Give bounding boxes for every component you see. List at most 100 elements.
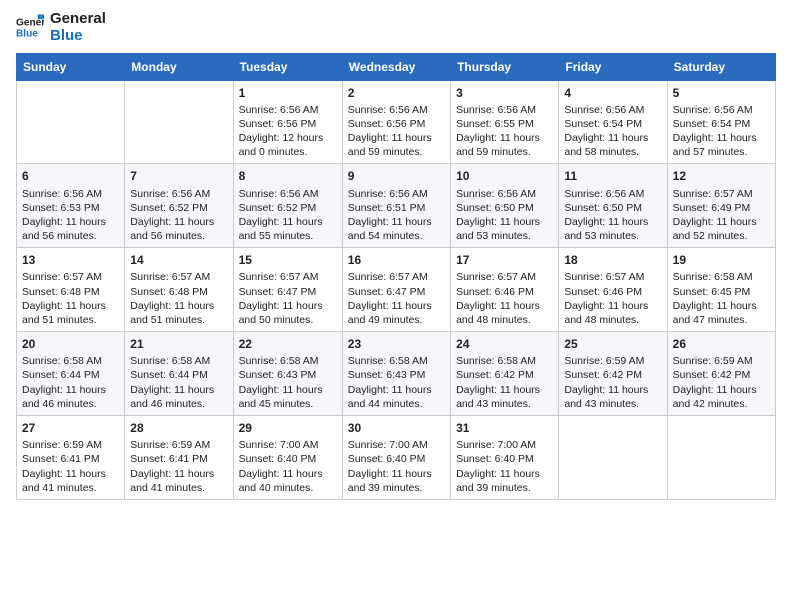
day-number: 15	[239, 252, 337, 268]
day-cell: 23 Sunrise: 6:58 AMSunset: 6:43 PMDayligh…	[342, 332, 450, 416]
day-info: Sunrise: 6:59 AMSunset: 6:41 PMDaylight:…	[22, 438, 119, 495]
day-info: Sunrise: 6:56 AMSunset: 6:56 PMDaylight:…	[348, 103, 445, 160]
day-number: 14	[130, 252, 227, 268]
day-cell: 25 Sunrise: 6:59 AMSunset: 6:42 PMDayligh…	[559, 332, 667, 416]
day-info: Sunrise: 6:57 AMSunset: 6:46 PMDaylight:…	[564, 270, 661, 327]
day-info: Sunrise: 6:56 AMSunset: 6:55 PMDaylight:…	[456, 103, 553, 160]
col-header-monday: Monday	[125, 53, 233, 80]
day-number: 11	[564, 168, 661, 184]
week-row-5: 27 Sunrise: 6:59 AMSunset: 6:41 PMDayligh…	[17, 416, 776, 500]
col-header-thursday: Thursday	[451, 53, 559, 80]
day-number: 31	[456, 420, 553, 436]
day-info: Sunrise: 6:56 AMSunset: 6:52 PMDaylight:…	[239, 187, 337, 244]
day-number: 20	[22, 336, 119, 352]
day-cell	[559, 416, 667, 500]
week-row-2: 6Sunrise: 6:56 AMSunset: 6:53 PMDaylight…	[17, 164, 776, 248]
day-cell: 28 Sunrise: 6:59 AMSunset: 6:41 PMDayligh…	[125, 416, 233, 500]
day-info: Sunrise: 6:56 AMSunset: 6:56 PMDaylight:…	[239, 103, 337, 160]
day-number: 29	[239, 420, 337, 436]
day-cell: 26Sunrise: 6:59 AMSunset: 6:42 PMDayligh…	[667, 332, 775, 416]
day-cell: 6Sunrise: 6:56 AMSunset: 6:53 PMDaylight…	[17, 164, 125, 248]
day-cell: 1 Sunrise: 6:56 AMSunset: 6:56 PMDaylight…	[233, 80, 342, 164]
day-info: Sunrise: 6:58 AMSunset: 6:45 PMDaylight:…	[673, 270, 770, 327]
day-cell: 20 Sunrise: 6:58 AMSunset: 6:44 PMDayligh…	[17, 332, 125, 416]
day-info: Sunrise: 6:57 AMSunset: 6:48 PMDaylight:…	[130, 270, 227, 327]
day-cell: 3 Sunrise: 6:56 AMSunset: 6:55 PMDaylight…	[451, 80, 559, 164]
col-header-sunday: Sunday	[17, 53, 125, 80]
col-header-friday: Friday	[559, 53, 667, 80]
day-cell: 12 Sunrise: 6:57 AMSunset: 6:49 PMDayligh…	[667, 164, 775, 248]
day-number: 10	[456, 168, 553, 184]
day-number: 18	[564, 252, 661, 268]
header-row: SundayMondayTuesdayWednesdayThursdayFrid…	[17, 53, 776, 80]
day-info: Sunrise: 6:56 AMSunset: 6:54 PMDaylight:…	[564, 103, 661, 160]
col-header-wednesday: Wednesday	[342, 53, 450, 80]
day-info: Sunrise: 6:59 AMSunset: 6:41 PMDaylight:…	[130, 438, 227, 495]
week-row-4: 20 Sunrise: 6:58 AMSunset: 6:44 PMDayligh…	[17, 332, 776, 416]
day-cell	[667, 416, 775, 500]
logo-text: General	[50, 10, 106, 27]
day-info: Sunrise: 6:57 AMSunset: 6:49 PMDaylight:…	[673, 187, 770, 244]
day-number: 16	[348, 252, 445, 268]
day-info: Sunrise: 6:57 AMSunset: 6:47 PMDaylight:…	[239, 270, 337, 327]
week-row-1: 1 Sunrise: 6:56 AMSunset: 6:56 PMDaylight…	[17, 80, 776, 164]
day-info: Sunrise: 6:57 AMSunset: 6:47 PMDaylight:…	[348, 270, 445, 327]
day-number: 27	[22, 420, 119, 436]
day-number: 4	[564, 85, 661, 101]
day-number: 17	[456, 252, 553, 268]
logo-icon: General Blue	[16, 13, 44, 41]
day-cell: 2Sunrise: 6:56 AMSunset: 6:56 PMDaylight…	[342, 80, 450, 164]
svg-text:Blue: Blue	[16, 29, 38, 40]
day-info: Sunrise: 7:00 AMSunset: 6:40 PMDaylight:…	[239, 438, 337, 495]
calendar-page: General Blue General Blue SundayMondayTu…	[0, 0, 792, 612]
day-cell	[17, 80, 125, 164]
day-number: 7	[130, 168, 227, 184]
day-number: 21	[130, 336, 227, 352]
day-info: Sunrise: 6:59 AMSunset: 6:42 PMDaylight:…	[673, 354, 770, 411]
day-number: 19	[673, 252, 770, 268]
day-number: 5	[673, 85, 770, 101]
day-number: 30	[348, 420, 445, 436]
day-cell: 14 Sunrise: 6:57 AMSunset: 6:48 PMDayligh…	[125, 248, 233, 332]
day-info: Sunrise: 6:57 AMSunset: 6:46 PMDaylight:…	[456, 270, 553, 327]
day-info: Sunrise: 6:56 AMSunset: 6:51 PMDaylight:…	[348, 187, 445, 244]
calendar-table: SundayMondayTuesdayWednesdayThursdayFrid…	[16, 53, 776, 500]
day-cell: 21Sunrise: 6:58 AMSunset: 6:44 PMDayligh…	[125, 332, 233, 416]
day-info: Sunrise: 6:57 AMSunset: 6:48 PMDaylight:…	[22, 270, 119, 327]
logo: General Blue General Blue	[16, 10, 106, 45]
day-cell: 22Sunrise: 6:58 AMSunset: 6:43 PMDayligh…	[233, 332, 342, 416]
day-cell: 4 Sunrise: 6:56 AMSunset: 6:54 PMDaylight…	[559, 80, 667, 164]
day-cell: 17 Sunrise: 6:57 AMSunset: 6:46 PMDayligh…	[451, 248, 559, 332]
day-number: 13	[22, 252, 119, 268]
day-cell: 19 Sunrise: 6:58 AMSunset: 6:45 PMDayligh…	[667, 248, 775, 332]
col-header-saturday: Saturday	[667, 53, 775, 80]
day-number: 12	[673, 168, 770, 184]
day-cell: 15 Sunrise: 6:57 AMSunset: 6:47 PMDayligh…	[233, 248, 342, 332]
day-number: 28	[130, 420, 227, 436]
day-cell: 16 Sunrise: 6:57 AMSunset: 6:47 PMDayligh…	[342, 248, 450, 332]
day-info: Sunrise: 7:00 AMSunset: 6:40 PMDaylight:…	[456, 438, 553, 495]
day-number: 1	[239, 85, 337, 101]
day-info: Sunrise: 6:58 AMSunset: 6:43 PMDaylight:…	[348, 354, 445, 411]
day-info: Sunrise: 6:56 AMSunset: 6:54 PMDaylight:…	[673, 103, 770, 160]
day-cell: 7 Sunrise: 6:56 AMSunset: 6:52 PMDaylight…	[125, 164, 233, 248]
day-info: Sunrise: 6:56 AMSunset: 6:50 PMDaylight:…	[564, 187, 661, 244]
day-cell: 18 Sunrise: 6:57 AMSunset: 6:46 PMDayligh…	[559, 248, 667, 332]
day-info: Sunrise: 6:58 AMSunset: 6:44 PMDaylight:…	[22, 354, 119, 411]
col-header-tuesday: Tuesday	[233, 53, 342, 80]
day-number: 3	[456, 85, 553, 101]
day-cell: 30Sunrise: 7:00 AMSunset: 6:40 PMDayligh…	[342, 416, 450, 500]
day-cell: 11 Sunrise: 6:56 AMSunset: 6:50 PMDayligh…	[559, 164, 667, 248]
day-info: Sunrise: 6:56 AMSunset: 6:53 PMDaylight:…	[22, 187, 119, 244]
day-number: 9	[348, 168, 445, 184]
day-number: 8	[239, 168, 337, 184]
day-number: 25	[564, 336, 661, 352]
day-cell: 27 Sunrise: 6:59 AMSunset: 6:41 PMDayligh…	[17, 416, 125, 500]
day-cell	[125, 80, 233, 164]
day-number: 23	[348, 336, 445, 352]
day-info: Sunrise: 6:59 AMSunset: 6:42 PMDaylight:…	[564, 354, 661, 411]
day-number: 24	[456, 336, 553, 352]
day-cell: 10Sunrise: 6:56 AMSunset: 6:50 PMDayligh…	[451, 164, 559, 248]
day-info: Sunrise: 6:56 AMSunset: 6:52 PMDaylight:…	[130, 187, 227, 244]
day-info: Sunrise: 6:58 AMSunset: 6:43 PMDaylight:…	[239, 354, 337, 411]
